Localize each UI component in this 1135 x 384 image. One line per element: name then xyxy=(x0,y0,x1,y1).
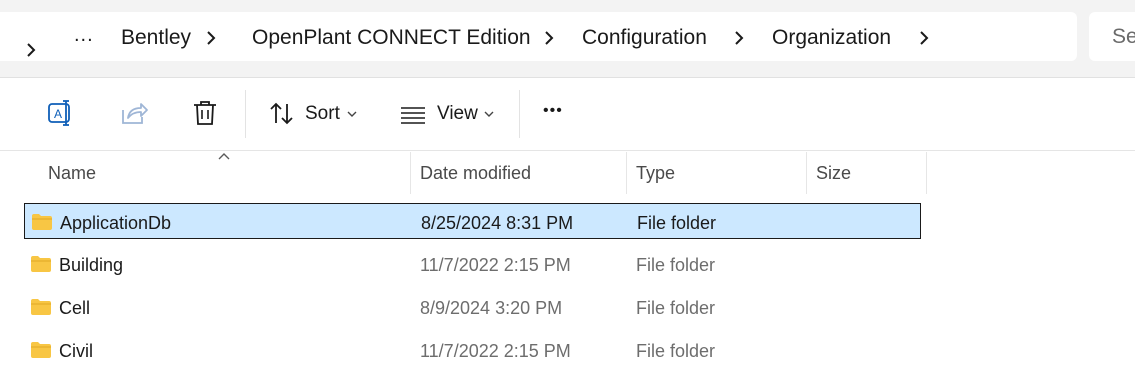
breadcrumb-organization[interactable]: Organization xyxy=(772,25,891,51)
svg-text:A: A xyxy=(54,107,62,121)
folder-icon xyxy=(30,341,52,359)
view-button[interactable]: View xyxy=(437,103,478,125)
rename-icon[interactable]: A xyxy=(46,98,76,128)
column-divider[interactable] xyxy=(926,152,927,194)
file-type: File folder xyxy=(636,298,716,318)
chevron-right-icon[interactable] xyxy=(20,39,42,61)
sort-ascending-icon xyxy=(217,151,231,161)
toolbar-divider xyxy=(519,90,520,138)
sort-button[interactable]: Sort xyxy=(305,103,340,125)
file-date-modified: 11/7/2022 2:15 PM xyxy=(420,255,571,275)
column-header-name[interactable]: Name xyxy=(48,163,96,184)
trash-icon[interactable] xyxy=(190,98,220,128)
column-header-date-modified[interactable]: Date modified xyxy=(420,163,531,184)
file-name: Cell xyxy=(59,298,91,318)
column-header-size[interactable]: Size xyxy=(816,163,851,184)
breadcrumb-bentley[interactable]: Bentley xyxy=(121,25,191,51)
file-type: File folder xyxy=(637,213,717,233)
chevron-right-icon[interactable] xyxy=(913,27,935,49)
breadcrumb-configuration[interactable]: Configuration xyxy=(582,25,707,51)
column-header-type[interactable]: Type xyxy=(636,163,675,184)
file-name: ApplicationDb xyxy=(60,213,172,233)
chevron-right-icon[interactable] xyxy=(538,27,560,49)
column-divider[interactable] xyxy=(410,152,411,194)
search-input[interactable]: Se xyxy=(1089,12,1135,61)
command-bar: A Sort View ••• xyxy=(0,78,1135,151)
folder-icon xyxy=(30,255,52,273)
chevron-right-icon[interactable] xyxy=(200,27,222,49)
chevron-right-icon[interactable] xyxy=(728,27,750,49)
chevron-down-icon[interactable] xyxy=(346,108,358,120)
file-row[interactable]: Civil 11/7/2022 2:15 PM File folder xyxy=(24,332,921,368)
breadcrumb-openplant[interactable]: OpenPlant CONNECT Edition xyxy=(252,25,531,51)
share-icon[interactable] xyxy=(119,98,149,128)
more-options-button[interactable]: ••• xyxy=(543,102,563,120)
file-name: Building xyxy=(59,255,124,275)
search-placeholder: Se xyxy=(1112,25,1135,48)
column-divider[interactable] xyxy=(806,152,807,194)
folder-icon xyxy=(31,213,53,231)
file-row[interactable]: Building 11/7/2022 2:15 PM File folder xyxy=(24,246,921,282)
folder-icon xyxy=(30,298,52,316)
file-date-modified: 11/7/2022 2:15 PM xyxy=(420,341,571,361)
chevron-down-icon[interactable] xyxy=(483,108,495,120)
view-icon[interactable] xyxy=(398,99,428,129)
file-date-modified: 8/9/2024 3:20 PM xyxy=(420,298,563,318)
address-bar: ... Bentley OpenPlant CONNECT Edition Co… xyxy=(0,0,1135,78)
sort-icon[interactable] xyxy=(267,99,297,129)
file-row[interactable]: Cell 8/9/2024 3:20 PM File folder xyxy=(24,289,921,325)
column-divider[interactable] xyxy=(626,152,627,194)
toolbar-divider xyxy=(245,90,246,138)
breadcrumb-overflow-button[interactable]: ... xyxy=(74,24,94,47)
file-type: File folder xyxy=(636,255,716,275)
file-name: Civil xyxy=(59,341,93,361)
file-date-modified: 8/25/2024 8:31 PM xyxy=(421,213,574,233)
file-row[interactable]: ApplicationDb 8/25/2024 8:31 PM File fol… xyxy=(24,203,921,239)
file-type: File folder xyxy=(636,341,716,361)
